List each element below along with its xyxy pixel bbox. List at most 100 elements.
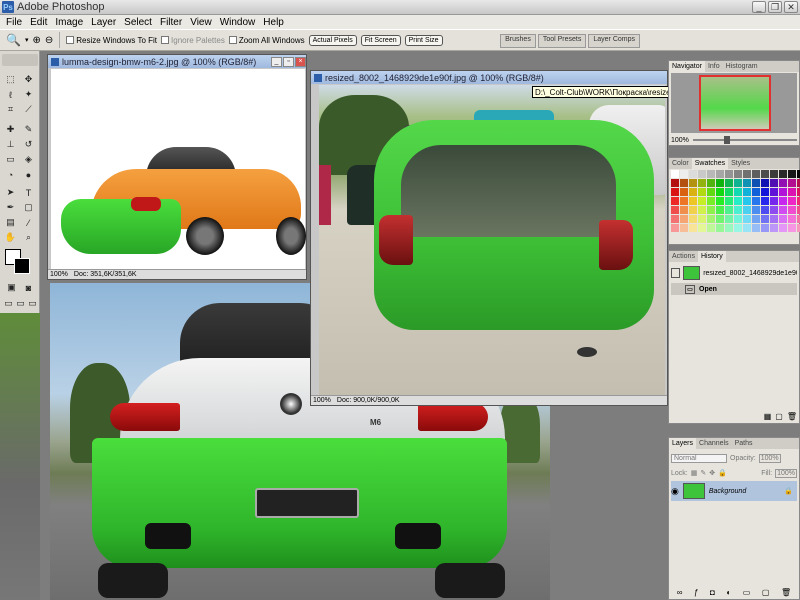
menu-help[interactable]: Help: [259, 17, 288, 28]
swatch-chip[interactable]: [761, 188, 769, 196]
doc-window-hatchback[interactable]: resized_8002_1468929de1e90f.jpg @ 100% (…: [310, 70, 668, 406]
swatch-chip[interactable]: [734, 206, 742, 214]
swatch-chip[interactable]: [680, 224, 688, 232]
view-box[interactable]: [699, 75, 771, 131]
swatch-chip[interactable]: [725, 197, 733, 205]
actual-pixels-button[interactable]: Actual Pixels: [308, 34, 357, 46]
swatch-chip[interactable]: [725, 188, 733, 196]
swatch-chip[interactable]: [680, 215, 688, 223]
swatch-chip[interactable]: [788, 215, 796, 223]
bucket-tool-icon[interactable]: ◈: [22, 153, 35, 166]
swatch-chip[interactable]: [698, 188, 706, 196]
menu-layer[interactable]: Layer: [87, 17, 120, 28]
hand-tool-icon[interactable]: ✋: [4, 231, 17, 244]
tab-actions[interactable]: Actions: [669, 251, 698, 262]
swatch-chip[interactable]: [779, 215, 787, 223]
zoom-level[interactable]: 100%: [50, 271, 68, 278]
swatch-chip[interactable]: [671, 215, 679, 223]
menu-filter[interactable]: Filter: [156, 17, 186, 28]
history-snapshot[interactable]: resized_8002_1468929de1e90f.jpg: [671, 264, 797, 282]
doc-minimize-button[interactable]: _: [271, 56, 282, 67]
zoom-level[interactable]: 100%: [313, 397, 331, 404]
tab-info[interactable]: Info: [705, 61, 723, 72]
opacity-input[interactable]: 100%: [758, 453, 781, 463]
swatch-chip[interactable]: [671, 197, 679, 205]
slice-tool-icon[interactable]: ⟋: [22, 103, 35, 116]
swatch-chip[interactable]: [707, 215, 715, 223]
swatch-chip[interactable]: [788, 197, 796, 205]
eye-icon[interactable]: ◉: [671, 486, 679, 497]
new-layer-icon[interactable]: ▢: [762, 588, 770, 597]
folder-icon[interactable]: ▭: [743, 588, 751, 597]
swatch-chip[interactable]: [680, 188, 688, 196]
swatch-chip[interactable]: [770, 179, 778, 187]
swatch-chip[interactable]: [734, 179, 742, 187]
tool-presets-tab[interactable]: Tool Presets: [537, 34, 587, 48]
zoom-slider[interactable]: [692, 136, 797, 144]
mask-icon[interactable]: ◘: [710, 588, 715, 597]
tab-navigator[interactable]: Navigator: [669, 61, 705, 72]
layer-style-icon[interactable]: ƒ: [694, 588, 698, 597]
swatch-chip[interactable]: [752, 179, 760, 187]
swatch-chip[interactable]: [779, 179, 787, 187]
swatch-chip[interactable]: [707, 197, 715, 205]
swatch-chip[interactable]: [698, 206, 706, 214]
notes-tool-icon[interactable]: ▤: [4, 216, 17, 229]
navigator-preview[interactable]: [671, 73, 797, 133]
swatch-chip[interactable]: [779, 170, 787, 178]
swatch-chip[interactable]: [698, 215, 706, 223]
swatch-chip[interactable]: [752, 206, 760, 214]
swatch-chip[interactable]: [716, 224, 724, 232]
menu-window[interactable]: Window: [216, 17, 260, 28]
swatch-chip[interactable]: [752, 224, 760, 232]
swatch-chip[interactable]: [743, 197, 751, 205]
quick-mask-icon[interactable]: ◙: [22, 281, 35, 294]
swatch-chip[interactable]: [716, 215, 724, 223]
swatch-chip[interactable]: [761, 224, 769, 232]
swatch-chip[interactable]: [752, 215, 760, 223]
resize-windows-checkbox[interactable]: Resize Windows To Fit: [66, 36, 157, 45]
swatch-chip[interactable]: [680, 206, 688, 214]
swatch-chip[interactable]: [716, 170, 724, 178]
chevron-down-icon[interactable]: ▾: [25, 36, 29, 44]
swatch-chip[interactable]: [770, 215, 778, 223]
swatch-chip[interactable]: [743, 224, 751, 232]
swatch-chip[interactable]: [671, 179, 679, 187]
swatch-chip[interactable]: [680, 197, 688, 205]
path-select-icon[interactable]: ➤: [4, 186, 17, 199]
tab-swatches[interactable]: Swatches: [691, 158, 729, 169]
layer-row-background[interactable]: ◉ Background 🔒: [671, 481, 797, 501]
swatch-chip[interactable]: [716, 197, 724, 205]
restore-button[interactable]: ❐: [768, 1, 782, 13]
swatch-chip[interactable]: [734, 197, 742, 205]
swatch-chip[interactable]: [788, 206, 796, 214]
swatch-chip[interactable]: [680, 170, 688, 178]
swatch-chip[interactable]: [788, 188, 796, 196]
swatch-chip[interactable]: [788, 224, 796, 232]
swatch-chip[interactable]: [770, 170, 778, 178]
swatch-chip[interactable]: [689, 206, 697, 214]
swatch-chip[interactable]: [761, 179, 769, 187]
swatch-chip[interactable]: [788, 179, 796, 187]
brush-tool-icon[interactable]: ✎: [22, 123, 35, 136]
swatch-chip[interactable]: [743, 170, 751, 178]
swatch-chip[interactable]: [671, 224, 679, 232]
swatch-chip[interactable]: [716, 188, 724, 196]
swatch-chip[interactable]: [743, 215, 751, 223]
swatch-chip[interactable]: [779, 206, 787, 214]
swatch-chip[interactable]: [689, 188, 697, 196]
minimize-button[interactable]: _: [752, 1, 766, 13]
move-tool-icon[interactable]: ✥: [22, 73, 35, 86]
swatch-chip[interactable]: [716, 179, 724, 187]
menu-view[interactable]: View: [186, 17, 216, 28]
swatch-chip[interactable]: [707, 206, 715, 214]
layer-name[interactable]: Background: [709, 488, 746, 495]
dodge-tool-icon[interactable]: ●: [22, 168, 35, 181]
swatch-chip[interactable]: [725, 179, 733, 187]
swatch-chip[interactable]: [743, 206, 751, 214]
swatch-chip[interactable]: [707, 188, 715, 196]
swatch-chip[interactable]: [671, 206, 679, 214]
swatch-chip[interactable]: [698, 170, 706, 178]
swatch-chip[interactable]: [734, 170, 742, 178]
adjustment-icon[interactable]: ◐: [726, 588, 731, 597]
